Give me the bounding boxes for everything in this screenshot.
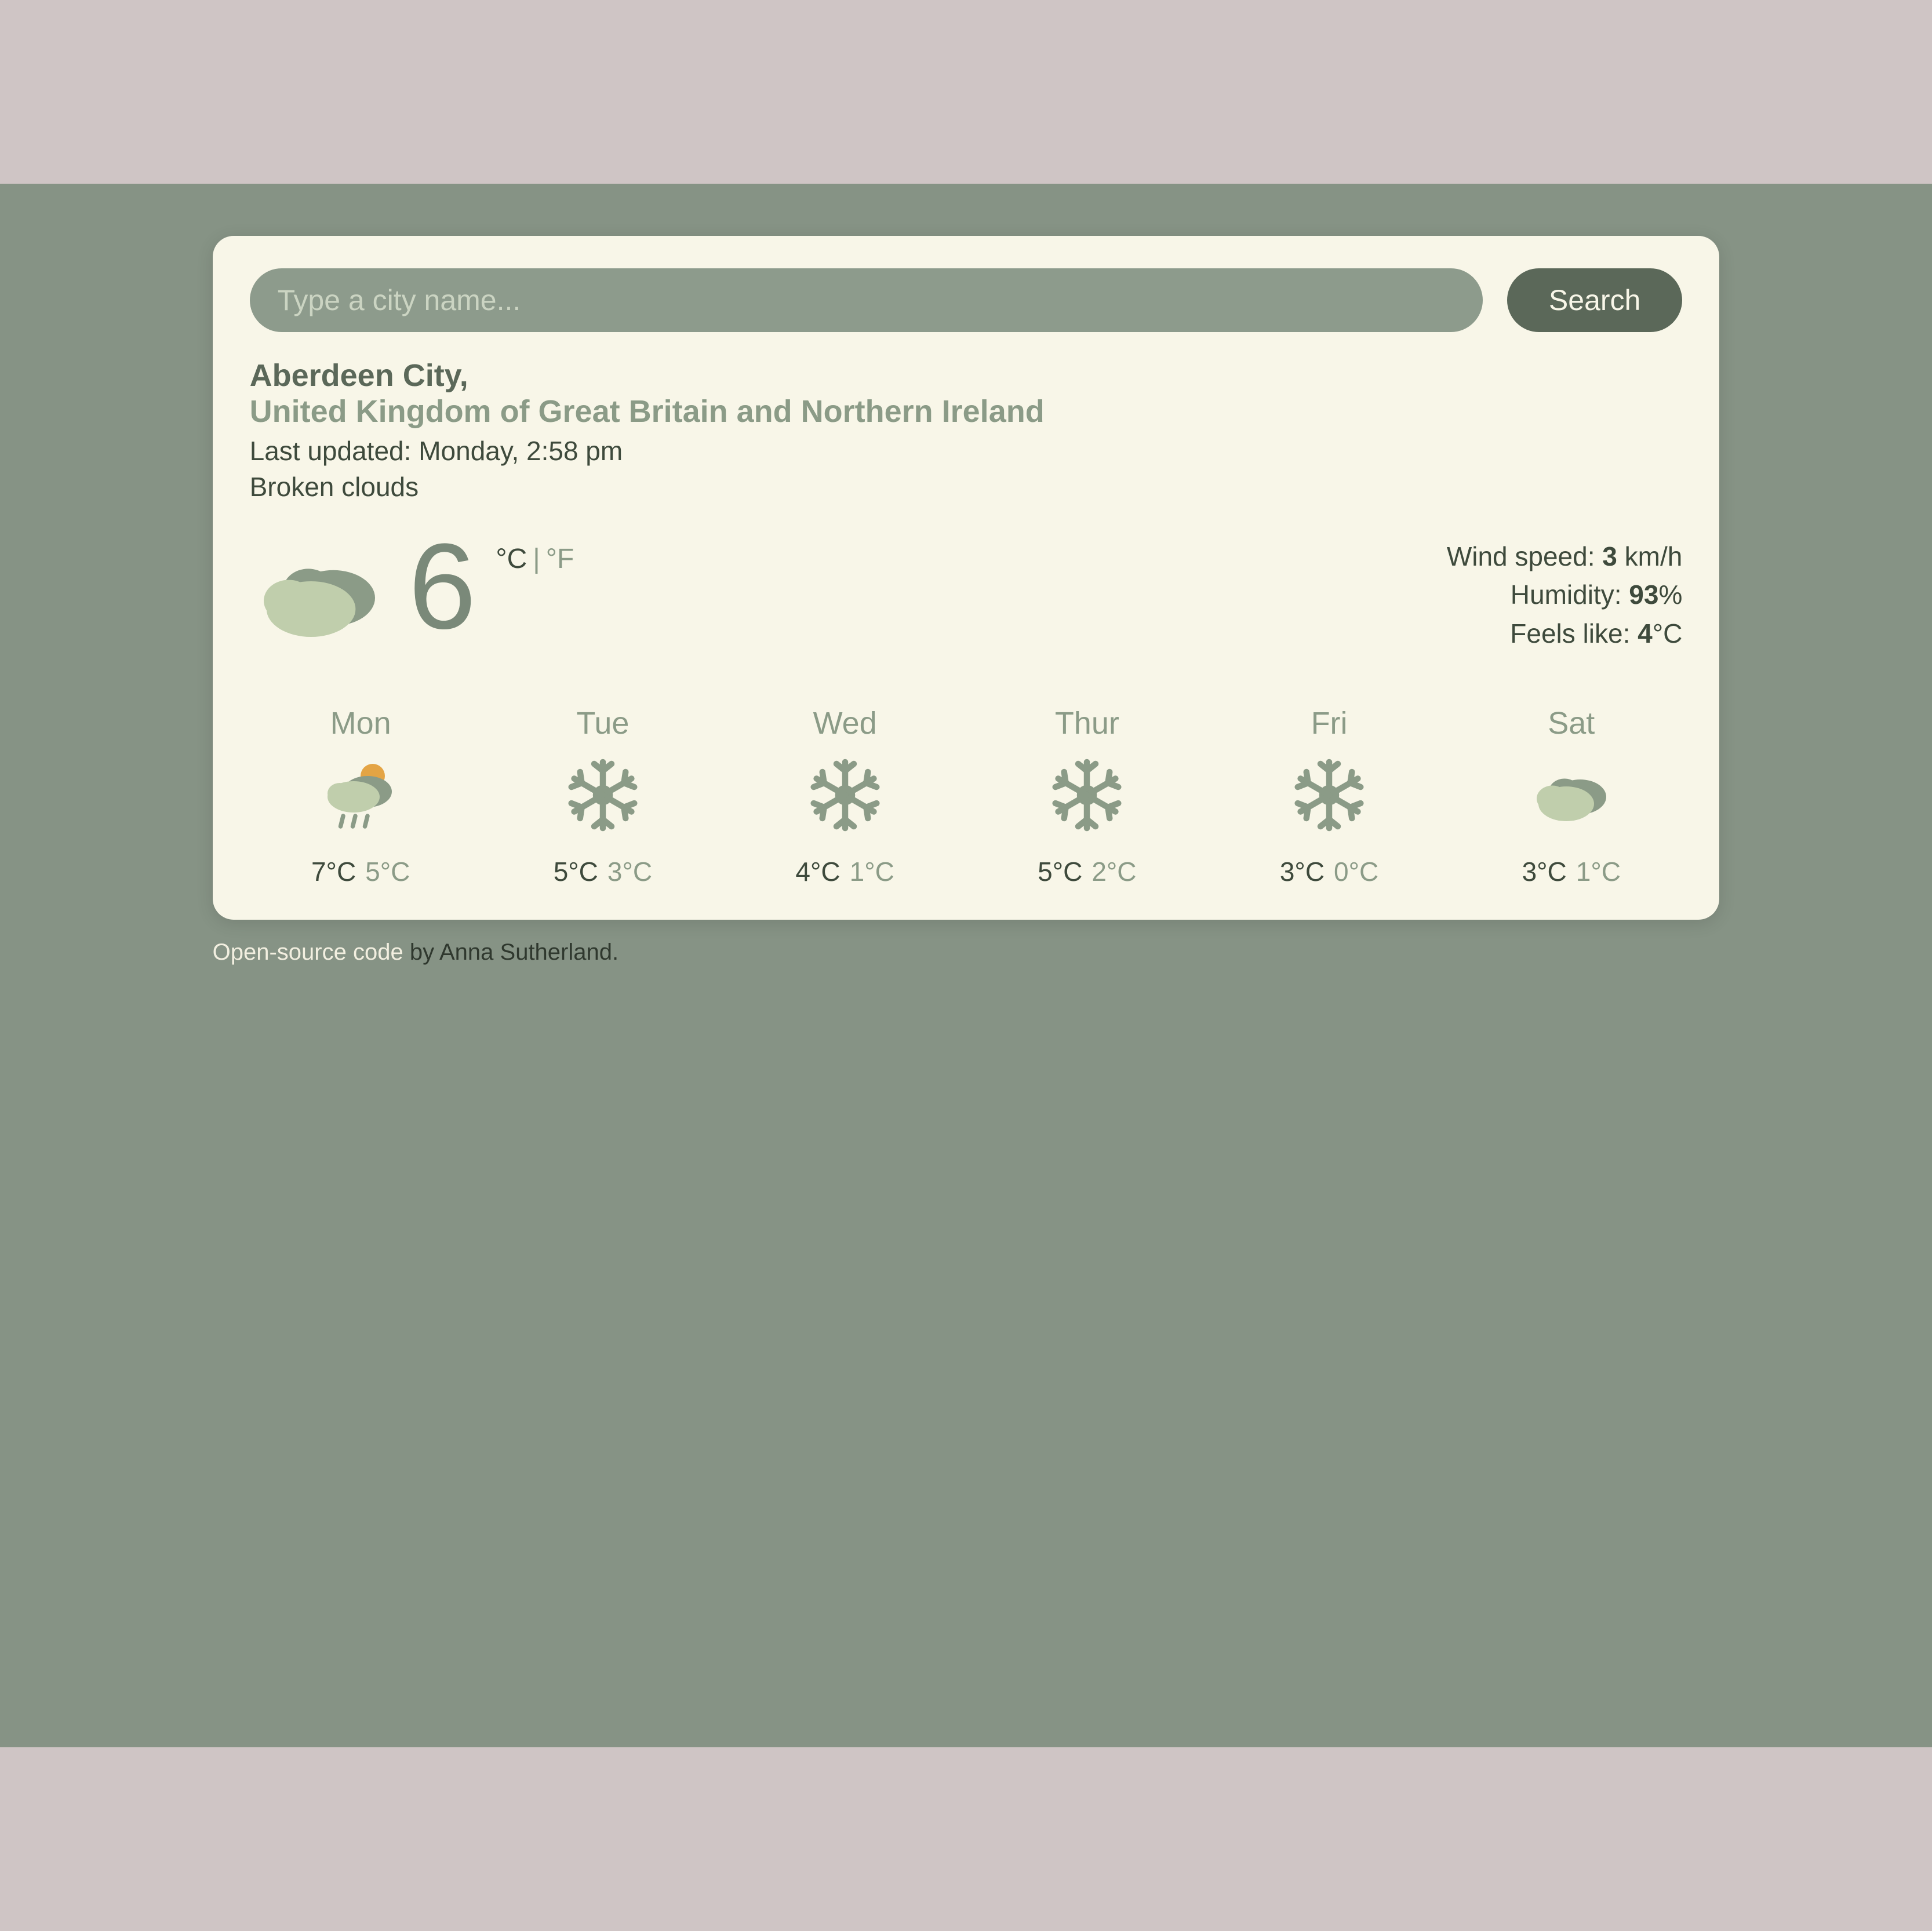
forecast-day-label: Thur <box>1055 705 1119 741</box>
forecast-day: Tue <box>492 705 714 887</box>
forecast-day: Wed <box>734 705 956 887</box>
forecast-temps: 3°C 1°C <box>1522 856 1621 887</box>
forecast-high: 4°C <box>795 857 840 887</box>
wind-line: Wind speed: 3 km/h <box>1447 537 1683 576</box>
weather-card: Search Aberdeen City, United Kingdom of … <box>213 236 1720 920</box>
search-button[interactable]: Search <box>1507 268 1682 332</box>
condition-text: Broken clouds <box>250 471 1683 502</box>
search-row: Search <box>250 268 1683 332</box>
updated-prefix: Last updated: <box>250 436 419 466</box>
forecast-low: 5°C <box>365 857 410 887</box>
forecast-day-label: Fri <box>1311 705 1348 741</box>
snow-icon <box>802 752 889 839</box>
forecast-low: 1°C <box>850 857 894 887</box>
forecast-day-label: Mon <box>330 705 391 741</box>
feels-like-line: Feels like: 4°C <box>1447 614 1683 653</box>
last-updated: Last updated: Monday, 2:58 pm <box>250 435 1683 467</box>
forecast-high: 5°C <box>554 857 598 887</box>
location-city: Aberdeen City, <box>250 358 468 393</box>
cloud-icon <box>1528 752 1615 839</box>
footer-rest: by Anna Sutherland. <box>403 939 618 965</box>
forecast-day-label: Wed <box>813 705 877 741</box>
humidity-line: Humidity: 93% <box>1447 575 1683 614</box>
panel-wrap: Search Aberdeen City, United Kingdom of … <box>213 236 1720 966</box>
unit-celsius-link[interactable]: °C <box>496 543 527 575</box>
cloud-icon <box>250 537 389 653</box>
forecast-low: 2°C <box>1091 857 1136 887</box>
rain-sun-icon <box>317 752 404 839</box>
forecast-day: Sat 3°C 1°C <box>1460 705 1682 887</box>
snow-icon <box>1286 752 1373 839</box>
forecast-low: 0°C <box>1334 857 1378 887</box>
current-row: 6 °C | °F Wind speed: 3 km/h Humidity: 9… <box>250 537 1683 653</box>
forecast-day-label: Tue <box>576 705 629 741</box>
open-source-link[interactable]: Open-source code <box>213 939 403 965</box>
top-band <box>0 0 1932 184</box>
updated-value: Monday, 2:58 pm <box>419 436 623 466</box>
unit-toggle: °C | °F <box>496 543 574 575</box>
main-area: Search Aberdeen City, United Kingdom of … <box>0 184 1932 1748</box>
city-search-input[interactable] <box>250 268 1483 332</box>
forecast-temps: 3°C 0°C <box>1280 856 1378 887</box>
forecast-temps: 5°C 2°C <box>1038 856 1136 887</box>
forecast-day-label: Sat <box>1548 705 1595 741</box>
forecast-high: 5°C <box>1038 857 1082 887</box>
bottom-band <box>0 1747 1932 1931</box>
current-details: Wind speed: 3 km/h Humidity: 93% Feels l… <box>1447 537 1683 653</box>
location-heading: Aberdeen City, United Kingdom of Great B… <box>250 358 1683 429</box>
location-country: United Kingdom of Great Britain and Nort… <box>250 394 1045 429</box>
forecast-temps: 4°C 1°C <box>795 856 894 887</box>
current-temperature: 6 <box>409 526 476 647</box>
forecast-low: 3°C <box>607 857 652 887</box>
unit-fahrenheit-link[interactable]: °F <box>546 543 574 575</box>
forecast-temps: 5°C 3°C <box>554 856 652 887</box>
forecast-day: Fri <box>1218 705 1440 887</box>
forecast-row: Mon 7°C 5°C Tue <box>250 705 1683 887</box>
unit-separator: | <box>527 543 545 575</box>
forecast-day: Thur <box>976 705 1198 887</box>
forecast-day: Mon 7°C 5°C <box>250 705 472 887</box>
forecast-temps: 7°C 5°C <box>311 856 410 887</box>
forecast-high: 3°C <box>1280 857 1325 887</box>
forecast-low: 1°C <box>1576 857 1621 887</box>
footer-credit: Open-source code by Anna Sutherland. <box>213 939 1720 966</box>
forecast-high: 7°C <box>311 857 356 887</box>
forecast-high: 3°C <box>1522 857 1567 887</box>
snow-icon <box>1043 752 1130 839</box>
snow-icon <box>559 752 646 839</box>
